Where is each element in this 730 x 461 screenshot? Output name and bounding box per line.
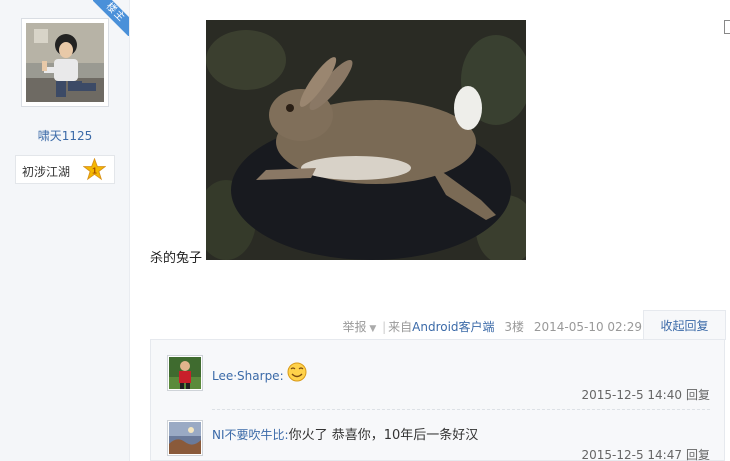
author-level[interactable]: 初涉江湖 1 [15,155,115,184]
client-link[interactable]: Android客户端 [412,320,494,334]
reply-time-row: 2015-12-5 14:47 回复 [581,446,710,461]
reply-divider [212,409,710,410]
reply-button[interactable]: 回复 [686,388,710,402]
collapse-replies-button[interactable]: 收起回复 [643,310,726,340]
reply-list: Lee·Sharpe: 2015-12-5 14:40 回复 NI不要吹牛比:你… [150,339,725,461]
level-number: 1 [92,165,97,175]
post-image-rabbit[interactable] [206,20,526,260]
author-avatar[interactable] [21,18,109,107]
bracket-icon [724,20,730,34]
smiley-emoji-icon [287,362,307,382]
author-sidebar: 楼主 啸天1125 初涉江湖 1 [0,0,130,461]
reply-username[interactable]: NI不要吹牛比: [212,428,289,442]
reply-username[interactable]: Lee·Sharpe: [212,369,284,383]
level-title: 初涉江湖 [22,165,71,179]
reply-avatar[interactable] [167,355,203,391]
post-meta: 举报 ▼ | 来自Android客户端 3楼 2014-05-10 02:29 收… [131,310,730,340]
reply-line: NI不要吹牛比:你火了 恭喜你，10年后一条好汉 [212,424,478,443]
author-avatar-image [26,23,104,102]
caret-down-icon[interactable]: ▼ [366,324,376,334]
reply-avatar[interactable] [167,420,203,456]
reply-timestamp: 2015-12-5 14:40 [581,388,682,402]
reply-content: 你火了 恭喜你，10年后一条好汉 [288,428,479,443]
author-username[interactable]: 啸天1125 [0,127,130,144]
floor-number: 3楼 [504,320,525,334]
reply-avatar-image [169,357,201,389]
reply-avatar-image [169,422,201,454]
level-star-icon: 1 [83,158,106,181]
meta-separator: | [382,320,387,334]
report-link[interactable]: 举报 [342,320,366,334]
from-prefix: 来自 [388,320,413,334]
reply-line: Lee·Sharpe: [212,362,307,384]
reply-timestamp: 2015-12-5 14:47 [581,448,682,461]
post-body: 杀的兔子 举报 ▼ | 来自Android客户端 3楼 2014-05-10 02… [131,0,730,461]
post-text: 杀的兔子 [150,251,203,266]
reply-button[interactable]: 回复 [686,448,710,461]
post-meta-line: 举报 ▼ | 来自Android客户端 3楼 2014-05-10 02:29 [342,318,642,335]
reply-time-row: 2015-12-5 14:40 回复 [581,386,710,403]
post-datetime: 2014-05-10 02:29 [533,320,642,334]
